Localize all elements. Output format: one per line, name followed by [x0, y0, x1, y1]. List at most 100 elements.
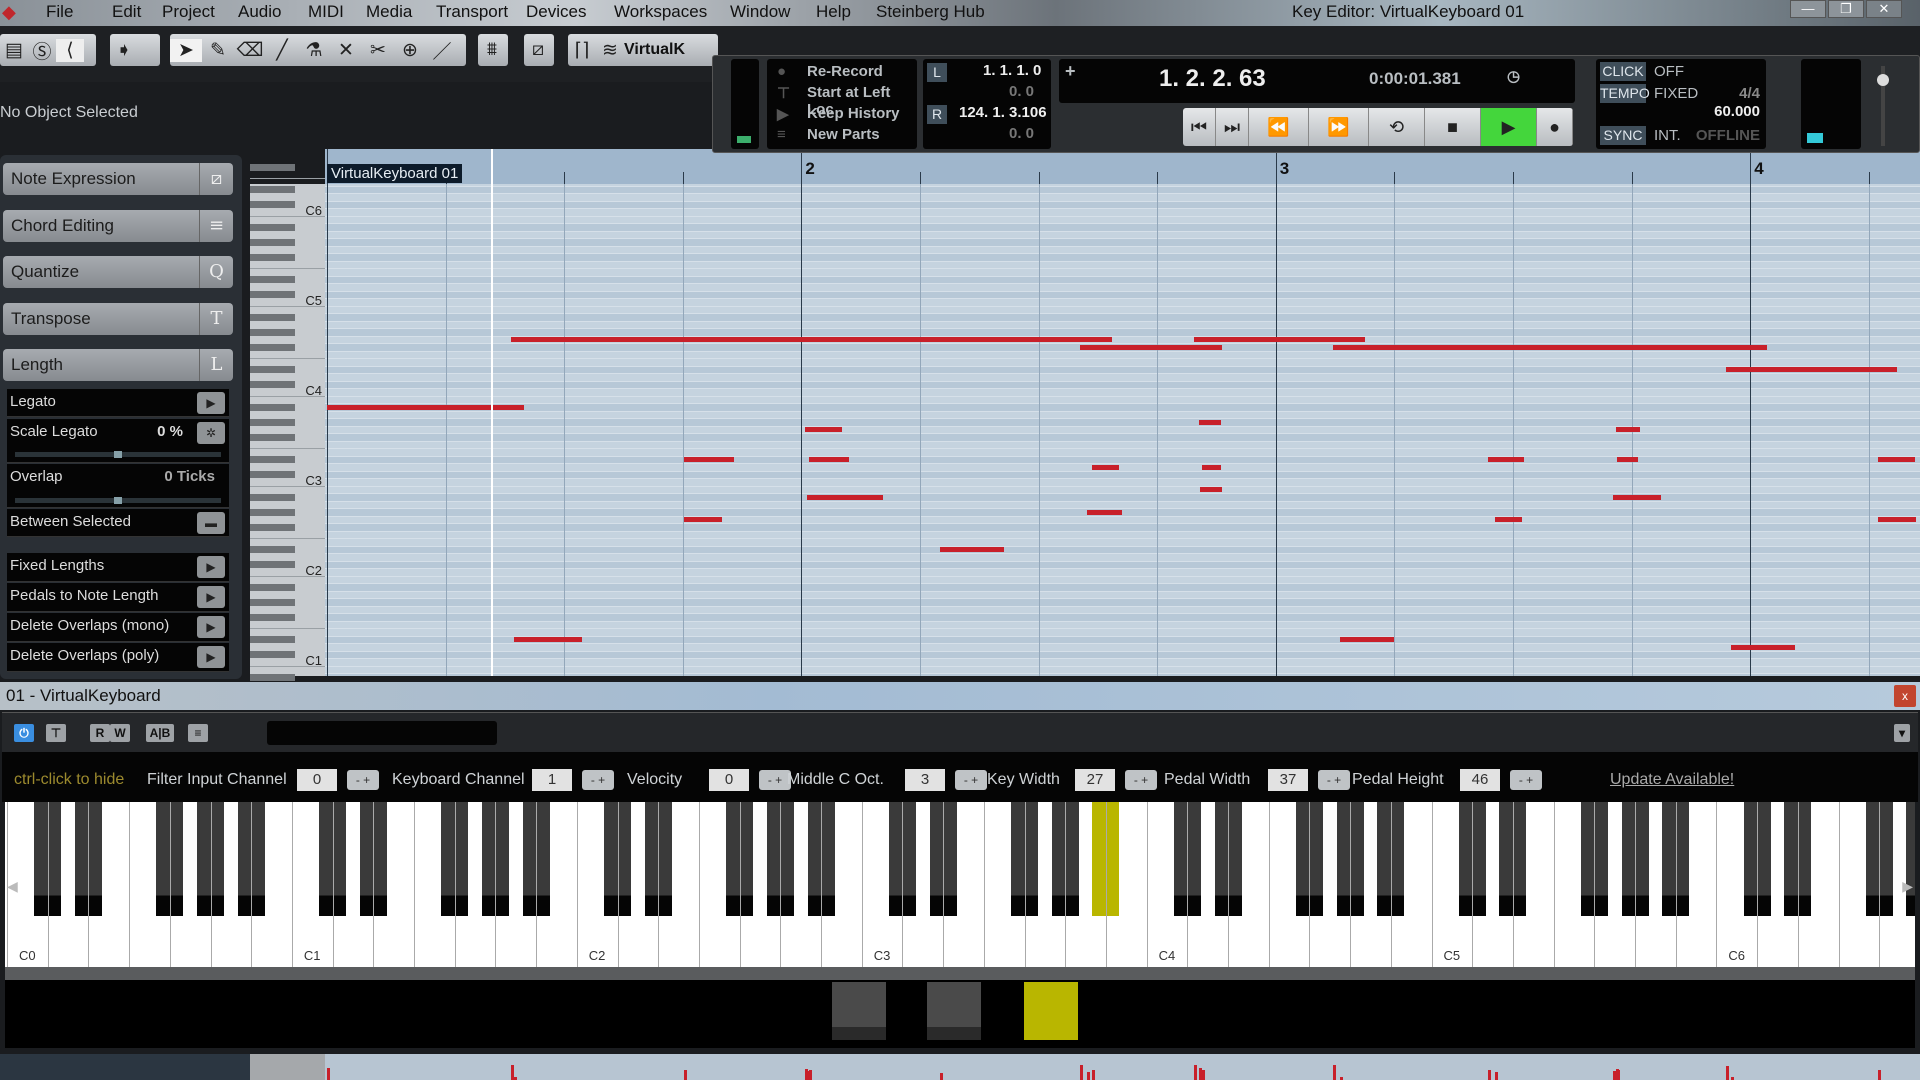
note-grid[interactable]: [325, 184, 1920, 676]
white-key[interactable]: [983, 802, 985, 968]
white-key[interactable]: [1553, 802, 1555, 968]
white-key[interactable]: [698, 802, 700, 968]
midi-note[interactable]: [940, 547, 1005, 552]
left-locator-tag[interactable]: L: [927, 63, 947, 82]
overview-strip[interactable]: [0, 1054, 1920, 1080]
soft-pedal[interactable]: [832, 982, 886, 1040]
right-locator-tag[interactable]: R: [927, 105, 947, 124]
part-borders-icon[interactable]: ⌈⌉: [568, 39, 596, 62]
midi-note[interactable]: [683, 517, 722, 522]
middle-c-oct-stepper[interactable]: - +: [955, 770, 987, 790]
white-key[interactable]: [943, 802, 945, 968]
zoom-icon[interactable]: ⊕: [394, 39, 426, 62]
midi-note[interactable]: [808, 457, 849, 462]
slider-thumb[interactable]: [114, 497, 122, 504]
piano-black-key[interactable]: [250, 508, 295, 516]
line-icon[interactable]: ╱: [266, 39, 298, 62]
click-tag[interactable]: CLICK: [1600, 62, 1646, 81]
midi-note[interactable]: [1878, 457, 1916, 462]
menu-project[interactable]: Project: [162, 2, 215, 22]
slider-thumb[interactable]: [114, 451, 122, 458]
piano-black-key[interactable]: [250, 418, 295, 426]
menu-devices[interactable]: Devices: [526, 2, 586, 22]
midi-note[interactable]: [1193, 337, 1365, 342]
menu-workspaces[interactable]: Workspaces: [614, 2, 707, 22]
white-key[interactable]: [1635, 802, 1636, 968]
piano-black-key[interactable]: [250, 583, 295, 591]
white-key[interactable]: [861, 802, 863, 968]
update-available-link[interactable]: Update Available!: [1610, 771, 1734, 789]
section-quantize[interactable]: Quantize Q: [3, 256, 233, 288]
midi-note[interactable]: [514, 637, 582, 642]
piano-black-key[interactable]: [250, 328, 295, 336]
white-key[interactable]: [1268, 802, 1270, 968]
black-key[interactable]: [1906, 802, 1915, 916]
middle-c-oct-value[interactable]: 3: [905, 769, 945, 791]
piano-black-key[interactable]: [250, 343, 295, 351]
menu-file[interactable]: File: [46, 2, 73, 22]
white-key[interactable]: [1146, 802, 1148, 968]
white-key[interactable]: [251, 802, 253, 968]
ab-compare-button[interactable]: A|B: [146, 724, 174, 742]
white-key[interactable]: [1716, 802, 1718, 968]
white-key[interactable]: [739, 802, 741, 968]
click-value[interactable]: OFF: [1654, 63, 1684, 80]
left-locator-value[interactable]: 1. 1. 1. 0: [983, 62, 1041, 79]
midi-note[interactable]: [1198, 419, 1222, 425]
piano-black-key[interactable]: [250, 613, 295, 621]
record-mode-new-parts[interactable]: New Parts: [807, 126, 880, 143]
section-chord-editing[interactable]: Chord Editing ≡: [3, 209, 233, 242]
overlap-slider[interactable]: [15, 497, 221, 504]
white-key[interactable]: [291, 802, 293, 968]
sync-tag[interactable]: SYNC: [1600, 126, 1646, 145]
white-key[interactable]: [617, 802, 619, 968]
listen-icon[interactable]: ⟨: [56, 38, 84, 62]
midi-note[interactable]: [807, 494, 884, 500]
section-note-expression[interactable]: Note Expression ⧄: [3, 163, 233, 195]
pedal-height-value[interactable]: 46: [1460, 769, 1500, 791]
midi-note[interactable]: [1616, 427, 1640, 432]
white-key[interactable]: [1105, 802, 1107, 968]
velocity-value[interactable]: 0: [709, 769, 749, 791]
midi-note[interactable]: [1617, 457, 1638, 462]
white-key[interactable]: [658, 802, 660, 968]
maximize-button[interactable]: ❐: [1828, 0, 1864, 18]
midi-note[interactable]: [1731, 644, 1796, 650]
right-locator-value[interactable]: 124. 1. 3.106: [959, 104, 1047, 121]
split-icon[interactable]: ✂: [362, 39, 394, 62]
piano-black-key[interactable]: [250, 471, 295, 478]
menu-help[interactable]: Help: [816, 2, 851, 22]
cycle-button[interactable]: ⟲: [1369, 108, 1425, 146]
draw-icon[interactable]: ✎: [202, 39, 234, 62]
apply-button[interactable]: ▶: [197, 556, 225, 578]
piano-black-key[interactable]: [250, 253, 295, 261]
section-transpose[interactable]: Transpose T: [3, 302, 233, 335]
white-key[interactable]: [1675, 802, 1677, 968]
midi-note[interactable]: [683, 457, 734, 462]
tempo-tag[interactable]: TEMPO: [1600, 84, 1650, 103]
white-key[interactable]: [495, 802, 497, 968]
piano-black-key[interactable]: [250, 238, 295, 246]
piano-black-key[interactable]: [250, 546, 295, 553]
apply-button[interactable]: ▶: [197, 616, 225, 638]
piano-black-key[interactable]: [250, 636, 295, 643]
tempo-value[interactable]: 60.000: [1714, 103, 1760, 120]
piano-black-key[interactable]: [250, 403, 295, 411]
piano-black-key[interactable]: [250, 276, 295, 283]
playhead[interactable]: [490, 184, 493, 676]
white-key[interactable]: [210, 802, 212, 968]
white-key[interactable]: [454, 802, 456, 968]
piano-black-key[interactable]: [250, 223, 295, 231]
play-button[interactable]: ▶: [1481, 108, 1537, 146]
midi-note[interactable]: [1332, 344, 1767, 350]
white-key[interactable]: [1512, 802, 1514, 968]
record-mode-icon[interactable]: ●: [777, 63, 786, 80]
piano-black-key[interactable]: [250, 651, 295, 658]
record-mode-keep-history[interactable]: Keep History: [807, 105, 900, 122]
midi-note[interactable]: [1339, 637, 1395, 642]
between-selected-button[interactable]: ▬: [197, 512, 225, 534]
key-width-stepper[interactable]: - +: [1125, 770, 1157, 790]
bypass-button[interactable]: ⊤: [46, 724, 66, 742]
piano-black-key[interactable]: [250, 433, 295, 441]
minimize-button[interactable]: —: [1790, 0, 1826, 18]
